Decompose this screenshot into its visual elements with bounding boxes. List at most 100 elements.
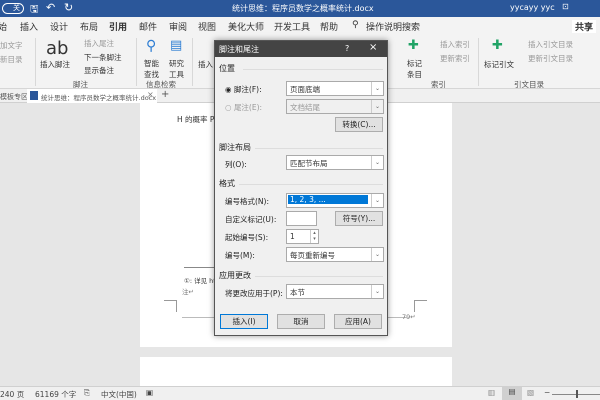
smart-lookup-button[interactable]: 智能查找	[144, 58, 160, 80]
insert-button[interactable]: 插入(I)	[220, 314, 268, 329]
mark-citation-button[interactable]: 标记引文	[484, 59, 514, 70]
chevron-down-icon: ⌄	[371, 100, 383, 113]
print-layout-icon[interactable]: ▤	[502, 387, 522, 400]
spinner-arrows-icon[interactable]: ▴ ▾	[310, 230, 318, 243]
footnote-icon: ab	[46, 38, 69, 59]
ribbon-display-icon[interactable]: ⊡	[562, 2, 569, 11]
page-count[interactable]: 240 页	[0, 389, 24, 400]
apply-button[interactable]: 应用(A)	[334, 314, 382, 329]
insert-endnote-button[interactable]: 插入尾注	[84, 38, 114, 49]
new-tab-button[interactable]: +	[161, 89, 169, 100]
update-toc-button[interactable]: 新目录	[0, 54, 23, 65]
symbol-button[interactable]: 符号(Y)...	[335, 211, 383, 226]
margin-mark-right	[414, 300, 427, 312]
number-format-select[interactable]: 1, 2, 3, ... ⌄	[286, 193, 384, 208]
body-text: H 的概率 P	[177, 115, 215, 124]
tab-view[interactable]: 视图	[198, 20, 216, 33]
research-icon: ▤	[170, 38, 183, 53]
share-button[interactable]: 共享	[572, 20, 597, 33]
footnote-endnote-dialog: 脚注和尾注 ? × 位置 ◉ 脚注(F): 页面底端 ⌄ ○ 尾注(E): 文档结…	[214, 40, 388, 336]
redo-icon[interactable]: ↻	[64, 1, 73, 14]
endnote-position-select[interactable]: 文档结尾 ⌄	[286, 99, 384, 114]
read-mode-icon[interactable]: ▥	[488, 388, 495, 397]
dialog-title: 脚注和尾注	[219, 45, 259, 54]
tell-me-search[interactable]: 操作说明搜索	[366, 20, 420, 33]
help-button[interactable]: ?	[345, 44, 349, 53]
layout-section: 脚注布局	[219, 143, 251, 152]
ribbon-tabs: 始 插入 设计 布局 引用 邮件 审阅 视图 美化大师 开发工具 帮助 ⚲ 操作…	[0, 17, 600, 36]
chevron-down-icon: ⌄	[371, 156, 383, 169]
macro-icon[interactable]: ▣	[146, 388, 153, 397]
insert-citation-button[interactable]: 插入	[198, 59, 213, 70]
status-bar: 240 页 61169 个字 ⎘ 中文(中国) ▣ ▥ ▤ ▧ −	[0, 386, 600, 400]
language[interactable]: 中文(中国)	[101, 389, 137, 400]
tab-start[interactable]: 始	[0, 20, 7, 33]
mark-entry-button[interactable]: 标记条目	[407, 58, 423, 80]
proofing-icon[interactable]: ⎘	[84, 388, 90, 398]
margin-mark-left	[164, 300, 177, 312]
search-icon: ⚲	[352, 20, 359, 30]
doc-tab-templates[interactable]: 模板专区	[0, 92, 28, 102]
smart-lookup-icon: ⚲	[146, 38, 157, 54]
chevron-down-icon: ⌄	[371, 285, 383, 298]
tab-developer[interactable]: 开发工具	[274, 20, 310, 33]
close-tab-icon[interactable]: ×	[147, 90, 154, 99]
custom-mark-input[interactable]	[286, 211, 317, 226]
columns-select[interactable]: 匹配节布局 ⌄	[286, 155, 384, 170]
footnote-text-2: 注↵	[182, 288, 194, 296]
update-index-button[interactable]: 更新索引	[440, 53, 470, 64]
word-icon	[30, 91, 38, 100]
footnote-radio[interactable]: ◉ 脚注(F):	[225, 84, 262, 95]
next-page[interactable]	[140, 357, 452, 387]
user-name[interactable]: yycayy yyc	[510, 3, 555, 12]
insert-footnote-button[interactable]: 插入脚注	[40, 59, 70, 70]
format-section: 格式	[219, 179, 235, 188]
tab-review[interactable]: 审阅	[169, 20, 187, 33]
show-notes-button[interactable]: 显示备注	[84, 65, 114, 76]
number-format-label: 编号格式(N):	[225, 197, 269, 206]
location-section: 位置	[219, 64, 235, 73]
tab-meihua[interactable]: 美化大师	[228, 20, 264, 33]
word-count[interactable]: 61169 个字	[35, 389, 76, 400]
update-toa-button[interactable]: 更新引文目录	[528, 53, 573, 64]
close-button[interactable]: ×	[369, 42, 377, 53]
start-at-spinner[interactable]: 1 ▴ ▾	[286, 229, 319, 244]
apply-changes-section: 应用更改	[219, 271, 251, 280]
page-number: 79↵	[402, 313, 416, 321]
custom-mark-label: 自定义标记(U):	[225, 215, 277, 224]
convert-button[interactable]: 转换(C)...	[335, 117, 383, 132]
apply-to-label: 将更改应用于(P):	[225, 289, 283, 298]
doc-tab-active[interactable]: 统计思维：程序员数学之概率统计.docx ×	[27, 89, 157, 103]
next-footnote-button[interactable]: 下一条脚注	[84, 52, 122, 63]
web-layout-icon[interactable]: ▧	[527, 388, 534, 397]
insert-toa-button[interactable]: 插入引文目录	[528, 39, 573, 50]
tab-insert[interactable]: 插入	[20, 20, 38, 33]
tab-layout[interactable]: 布局	[80, 20, 98, 33]
research-button[interactable]: 研究工具	[169, 58, 185, 80]
zoom-out-button[interactable]: −	[544, 388, 550, 397]
chevron-down-icon: ⌄	[371, 194, 383, 207]
apply-to-select[interactable]: 本节 ⌄	[286, 284, 384, 299]
endnote-radio-label: 尾注(E):	[233, 103, 263, 112]
chevron-down-icon: ⌄	[371, 248, 383, 261]
numbering-select[interactable]: 每页重新编号 ⌄	[286, 247, 384, 262]
numbering-label: 编号(M):	[225, 251, 255, 260]
mark-entry-icon: ✚	[408, 38, 419, 53]
tab-design[interactable]: 设计	[50, 20, 68, 33]
document-title: 统计思维：程序员数学之概率统计.docx	[232, 4, 374, 13]
columns-label: 列(O):	[225, 160, 247, 169]
undo-icon[interactable]: ↶	[46, 1, 55, 14]
dialog-title-bar[interactable]: 脚注和尾注 ? ×	[215, 41, 387, 57]
tab-mailings[interactable]: 邮件	[139, 20, 157, 33]
insert-index-button[interactable]: 插入索引	[440, 39, 470, 50]
mark-citation-icon: ✚	[492, 38, 503, 53]
autosave-toggle[interactable]: 关	[2, 3, 24, 14]
footnote-position-select[interactable]: 页面底端 ⌄	[286, 81, 384, 96]
tab-help[interactable]: 帮助	[320, 20, 338, 33]
endnote-radio[interactable]: ○ 尾注(E):	[225, 102, 262, 113]
start-at-label: 起始编号(S):	[225, 233, 269, 242]
zoom-slider-thumb[interactable]	[576, 390, 578, 398]
title-bar: 关 🖫 ↶ ↻ 统计思维：程序员数学之概率统计.docx yycayy yyc …	[0, 0, 600, 17]
cancel-button[interactable]: 取消	[277, 314, 325, 329]
add-text-button[interactable]: 加文字	[0, 40, 23, 51]
